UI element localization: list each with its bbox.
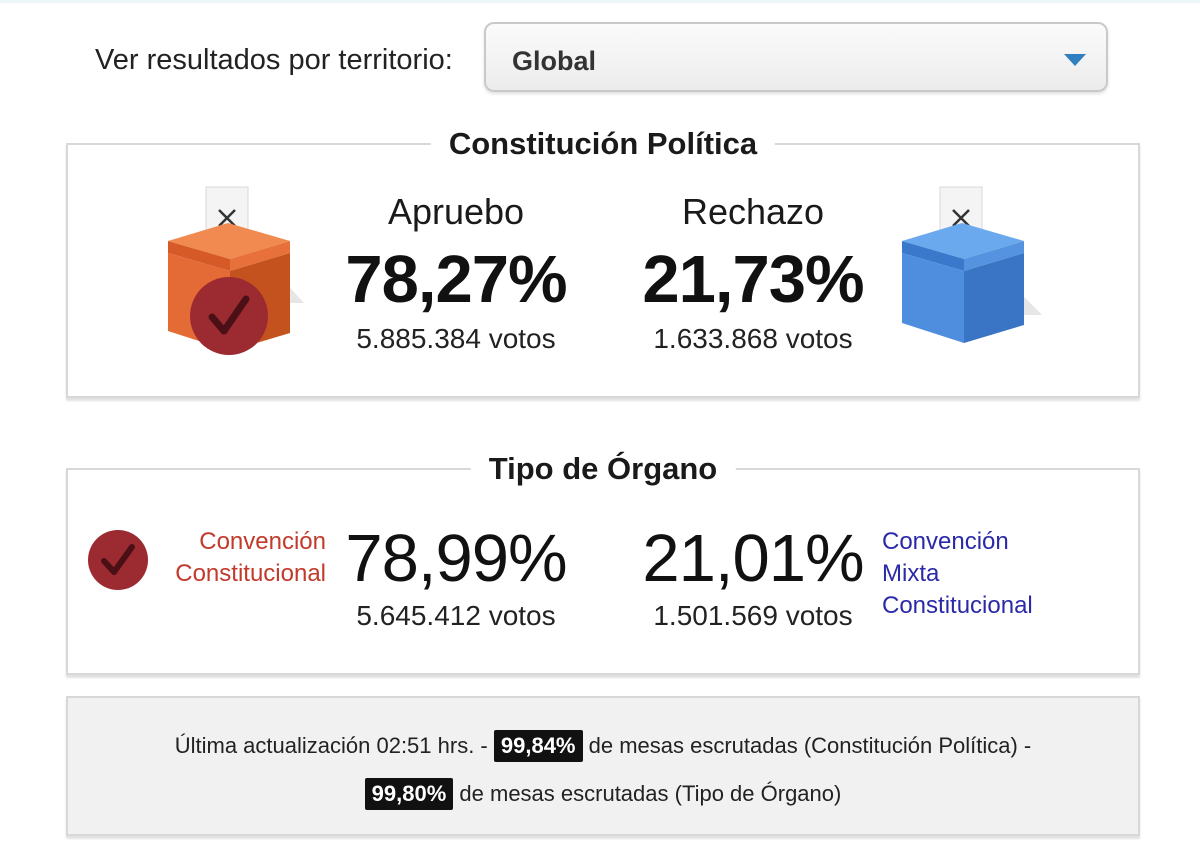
convencion-votes: 5.645.412 votos: [356, 600, 556, 631]
mixta-label-line3: Constitucional: [882, 592, 1033, 619]
convencion-mixta-label: Convención Mixta Constitucional: [882, 526, 1102, 622]
rechazo-percent: 21,73%: [642, 242, 864, 317]
convencion-label-line2: Constitucional: [175, 560, 326, 587]
chevron-down-icon[interactable]: [1064, 54, 1086, 66]
apruebo-percent: 78,27%: [345, 242, 567, 317]
footer-line-1: Última actualización 02:51 hrs. - 99,84%…: [68, 730, 1138, 762]
apruebo-label: Apruebo: [387, 191, 525, 232]
constitution-title: Constitución Política: [430, 126, 776, 162]
convencion-percent: 78,99%: [345, 521, 567, 596]
organ-title: Tipo de Órgano: [470, 451, 736, 487]
percent-badge-organ: 99,80%: [364, 778, 454, 810]
organ-panel: Tipo de Órgano Convención Constitucional…: [66, 451, 1140, 675]
top-strip: [0, 0, 1200, 3]
footer-line-2: 99,80% de mesas escrutadas (Tipo de Órga…: [68, 778, 1138, 810]
convencion-constitucional-label: Convención Constitucional: [154, 526, 326, 590]
winner-check-icon: [88, 530, 148, 590]
update-footer: Última actualización 02:51 hrs. - 99,84%…: [66, 696, 1140, 836]
territory-select-value: Global: [512, 46, 597, 76]
rechazo-votes: 1.633.868 votos: [653, 323, 853, 354]
update-text: Última actualización 02:51 hrs. -: [174, 733, 488, 758]
mixta-label-line2: Mixta: [882, 560, 940, 587]
mixta-label-line1: Convención: [882, 528, 1009, 555]
ballot-box-icon: [896, 183, 1046, 358]
territory-select[interactable]: Global: [484, 22, 1108, 92]
mesas-text-constitution: de mesas escrutadas (Constitución Políti…: [588, 733, 1032, 758]
percent-badge-constitution: 99,84%: [493, 730, 583, 762]
territory-label: Ver resultados por territorio:: [95, 44, 453, 76]
winner-check-icon: [190, 277, 268, 355]
mixta-percent: 21,01%: [642, 521, 864, 596]
mixta-votes: 1.501.569 votos: [653, 600, 853, 631]
constitution-panel: Constitución Política Apruebo 78,27% 5.8…: [66, 126, 1140, 398]
convencion-label-line1: Convención: [199, 528, 326, 555]
apruebo-votes: 5.885.384 votos: [356, 323, 556, 354]
mesas-text-organ: de mesas escrutadas (Tipo de Órgano): [459, 781, 842, 806]
rechazo-label: Rechazo: [681, 191, 825, 232]
